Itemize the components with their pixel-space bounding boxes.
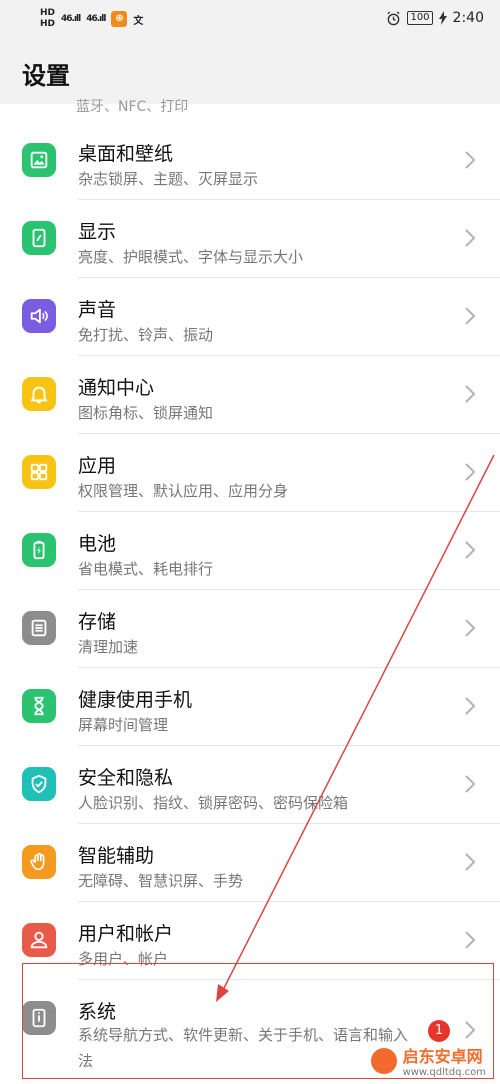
hourglass-icon <box>22 689 56 723</box>
battery-icon <box>22 533 56 567</box>
bell-icon <box>22 377 56 411</box>
item-label: 电池 <box>78 533 117 555</box>
item-label: 用户和帐户 <box>78 923 174 945</box>
settings-item-security[interactable]: 安全和隐私 人脸识别、指纹、锁屏密码、密码保险箱 <box>0 746 500 824</box>
item-label: 智能辅助 <box>78 845 155 867</box>
battery-icon: 100 <box>407 11 433 25</box>
settings-item-sound[interactable]: 声音 免打扰、铃声、振动 <box>0 278 500 356</box>
signal-2-icon: 46.ıll <box>86 14 106 24</box>
watermark-line1: 启东安卓网 <box>402 1047 483 1066</box>
sound-icon <box>22 299 56 333</box>
chevron-right-icon <box>465 853 476 871</box>
chevron-right-icon <box>465 541 476 559</box>
item-subtitle: 亮度、护眼模式、字体与显示大小 <box>78 248 304 266</box>
user-icon <box>22 923 56 957</box>
status-bar: HD HD 46.ıll 46.ıll ⊛ 文 100 2:40 <box>0 0 500 38</box>
item-subtitle: 人脸识别、指纹、锁屏密码、密码保险箱 <box>78 794 349 812</box>
hd-indicator: HD HD <box>40 8 55 30</box>
watermark: 启东安卓网 www.qdltdq.com <box>370 1043 486 1078</box>
item-subtitle: 无障碍、智慧识屏、手势 <box>78 872 244 890</box>
item-subtitle: 免打扰、铃声、振动 <box>78 326 214 344</box>
charging-icon <box>438 11 447 25</box>
header: 设置 <box>0 38 500 104</box>
hd-bottom: HD <box>40 19 56 29</box>
scrolled-item-peek: 蓝牙、NFC、打印 <box>76 99 189 115</box>
watermark-text: 启东安卓网 www.qdltdq.com <box>403 1043 486 1078</box>
settings-item-storage[interactable]: 存储 清理加速 <box>0 590 500 668</box>
chevron-right-icon <box>465 463 476 481</box>
settings-item-digital-balance[interactable]: 健康使用手机 屏幕时间管理 <box>0 668 500 746</box>
chevron-right-icon <box>465 229 476 247</box>
item-subtitle: 权限管理、默认应用、应用分身 <box>78 482 289 500</box>
chevron-right-icon <box>465 775 476 793</box>
chevron-right-icon <box>465 697 476 715</box>
settings-item-wallpaper[interactable]: 桌面和壁纸 杂志锁屏、主题、灭屏显示 <box>0 122 500 200</box>
item-subtitle: 图标角标、锁屏通知 <box>78 404 214 422</box>
clock: 2:40 <box>452 10 484 26</box>
item-subtitle: 屏幕时间管理 <box>78 716 169 734</box>
settings-list: 桌面和壁纸 杂志锁屏、主题、灭屏显示 显示 亮度、护眼模式、字体与显示大小 声音… <box>0 122 500 1080</box>
wallpaper-icon <box>22 143 56 177</box>
item-label: 安全和隐私 <box>78 767 174 789</box>
hd-top: HD <box>40 8 56 18</box>
hand-icon <box>22 845 56 879</box>
chevron-right-icon <box>465 307 476 325</box>
signal-1-icon: 46.ıll <box>61 14 81 24</box>
status-left: HD HD 46.ıll 46.ıll ⊛ 文 <box>40 8 143 30</box>
settings-item-apps[interactable]: 应用 权限管理、默认应用、应用分身 <box>0 434 500 512</box>
shield-icon <box>22 767 56 801</box>
item-label: 显示 <box>78 221 117 243</box>
item-label: 通知中心 <box>78 377 155 399</box>
chevron-right-icon <box>465 931 476 949</box>
item-label: 存储 <box>78 611 117 633</box>
settings-item-accessibility[interactable]: 智能辅助 无障碍、智慧识屏、手势 <box>0 824 500 902</box>
chevron-right-icon <box>465 151 476 169</box>
item-label: 桌面和壁纸 <box>78 143 174 165</box>
item-label: 声音 <box>78 299 117 321</box>
watermark-logo-icon <box>370 1047 397 1074</box>
storage-icon <box>22 611 56 645</box>
item-label: 应用 <box>78 455 117 477</box>
display-icon <box>22 221 56 255</box>
chevron-right-icon <box>465 619 476 637</box>
apps-icon <box>22 455 56 489</box>
watermark-line2: www.qdltdq.com <box>402 1067 486 1078</box>
status-right: 100 2:40 <box>386 10 484 26</box>
settings-item-display[interactable]: 显示 亮度、护眼模式、字体与显示大小 <box>0 200 500 278</box>
item-label: 健康使用手机 <box>78 689 193 711</box>
item-subtitle: 清理加速 <box>78 638 139 656</box>
item-subtitle: 省电模式、耗电排行 <box>78 560 214 578</box>
settings-item-notifications[interactable]: 通知中心 图标角标、锁屏通知 <box>0 356 500 434</box>
chat-notification-icon: 文 <box>133 15 144 27</box>
alarm-icon <box>387 10 401 25</box>
chevron-right-icon <box>465 385 476 403</box>
app-notification-icon: ⊛ <box>111 11 128 27</box>
page-title: 设置 <box>22 62 70 90</box>
item-subtitle: 杂志锁屏、主题、灭屏显示 <box>78 170 259 188</box>
settings-item-battery[interactable]: 电池 省电模式、耗电排行 <box>0 512 500 590</box>
